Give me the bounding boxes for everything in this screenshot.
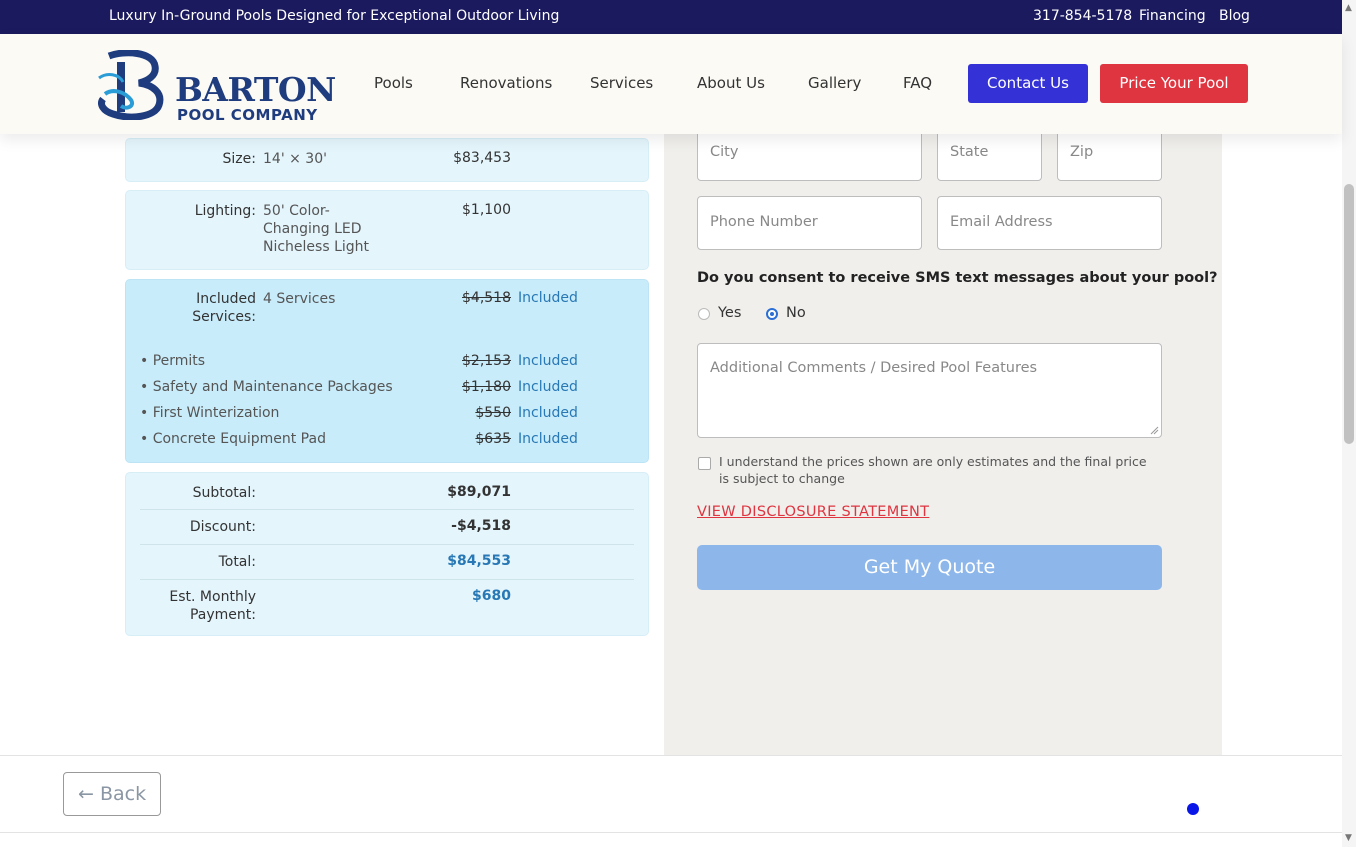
service-item-name: • Safety and Maintenance Packages [140, 379, 393, 395]
phone-link[interactable]: 317-854-5178 [1033, 8, 1132, 24]
back-button[interactable]: ← Back [63, 772, 161, 816]
comments-textarea[interactable]: Additional Comments / Desired Pool Featu… [697, 343, 1162, 438]
scroll-down-icon[interactable]: ▼ [1345, 833, 1352, 843]
sms-consent-question: Do you consent to receive SMS text messa… [697, 270, 1218, 286]
nav-about-us[interactable]: About Us [697, 74, 765, 92]
sms-no-radio[interactable] [766, 308, 778, 320]
service-item-price: $2,153 [462, 353, 511, 369]
financing-link[interactable]: Financing [1139, 8, 1206, 24]
logo-text-pool-company: POOL COMPANY [177, 106, 318, 124]
service-item-name: • First Winterization [140, 405, 280, 421]
service-item-status: Included [518, 353, 578, 369]
service-item-status: Included [518, 379, 578, 395]
discount-label: Discount: [189, 519, 256, 535]
included-services: Included Services: 4 Services $4,518 Inc… [125, 279, 649, 463]
phone-input[interactable]: Phone Number [697, 196, 922, 250]
price-ack-label[interactable]: I understand the prices shown are only e… [719, 453, 1149, 487]
subtotal-label: Subtotal: [192, 485, 256, 501]
logo-text-barton: BARTON [175, 70, 336, 109]
email-input[interactable]: Email Address [937, 196, 1162, 250]
size-label: Size: [222, 151, 256, 167]
sms-yes-radio[interactable] [698, 308, 710, 320]
disclosure-link[interactable]: VIEW DISCLOSURE STATEMENT [697, 504, 929, 520]
monthly-row: Est. Monthly Payment: $680 [140, 580, 634, 630]
page-scrollbar[interactable]: ▲ ▼ [1342, 0, 1356, 847]
service-item-price: $550 [475, 405, 511, 421]
chat-indicator-icon[interactable] [1187, 803, 1199, 815]
service-item-name: • Concrete Equipment Pad [140, 431, 326, 447]
footer-bar: ← Back [0, 755, 1342, 833]
nav-gallery[interactable]: Gallery [808, 74, 861, 92]
lighting-row: Lighting: 50' Color-Changing LED Nichele… [125, 190, 649, 270]
barton-logo[interactable]: BARTON POOL COMPANY [95, 50, 336, 124]
total-label: Total: [218, 554, 256, 570]
subtotal-row: Subtotal: $89,071 [140, 475, 634, 510]
lighting-price: $1,100 [462, 202, 511, 218]
size-desc: 14' × 30' [263, 151, 327, 167]
service-item-status: Included [518, 431, 578, 447]
discount-value: -$4,518 [451, 518, 511, 534]
size-price: $83,453 [453, 150, 511, 166]
barton-b-logo-icon [98, 50, 164, 120]
monthly-value: $680 [472, 588, 511, 604]
service-item-name: • Permits [140, 353, 206, 369]
top-bar: Luxury In-Ground Pools Designed for Exce… [0, 0, 1342, 34]
service-item-price: $635 [475, 431, 511, 447]
included-price: $4,518 [462, 290, 511, 306]
monthly-label: Est. Monthly Payment: [169, 589, 256, 623]
totals-card: Subtotal: $89,071 Discount: -$4,518 Tota… [125, 472, 649, 636]
nav-faq[interactable]: FAQ [903, 74, 932, 92]
blog-link[interactable]: Blog [1219, 8, 1250, 24]
total-value: $84,553 [447, 553, 511, 569]
price-ack-checkbox[interactable] [698, 457, 711, 470]
total-row: Total: $84,553 [140, 545, 634, 580]
contact-us-button[interactable]: Contact Us [968, 64, 1088, 103]
included-status: Included [518, 290, 578, 306]
included-label: Included Services: [192, 291, 256, 325]
scroll-thumb[interactable] [1344, 184, 1354, 444]
size-row: Size: 14' × 30' $83,453 [125, 138, 649, 182]
site-header: BARTON POOL COMPANY Pools Renovations Se… [0, 34, 1342, 134]
service-item-price: $1,180 [462, 379, 511, 395]
resize-grip-icon [1150, 426, 1159, 435]
included-desc: 4 Services [263, 291, 336, 307]
service-item-status: Included [518, 405, 578, 421]
tagline: Luxury In-Ground Pools Designed for Exce… [109, 8, 560, 24]
lighting-label: Lighting: [194, 203, 256, 219]
nav-services[interactable]: Services [590, 74, 653, 92]
nav-pools[interactable]: Pools [374, 74, 413, 92]
get-quote-button[interactable]: Get My Quote [697, 545, 1162, 590]
lighting-desc: 50' Color-Changing LED Nicheless Light [263, 203, 370, 255]
subtotal-value: $89,071 [447, 484, 511, 500]
sms-yes-label[interactable]: Yes [718, 305, 741, 321]
nav-renovations[interactable]: Renovations [460, 74, 552, 92]
sms-no-label[interactable]: No [786, 305, 806, 321]
scroll-up-icon[interactable]: ▲ [1345, 3, 1352, 13]
price-your-pool-button[interactable]: Price Your Pool [1100, 64, 1248, 103]
discount-row: Discount: -$4,518 [140, 510, 634, 545]
